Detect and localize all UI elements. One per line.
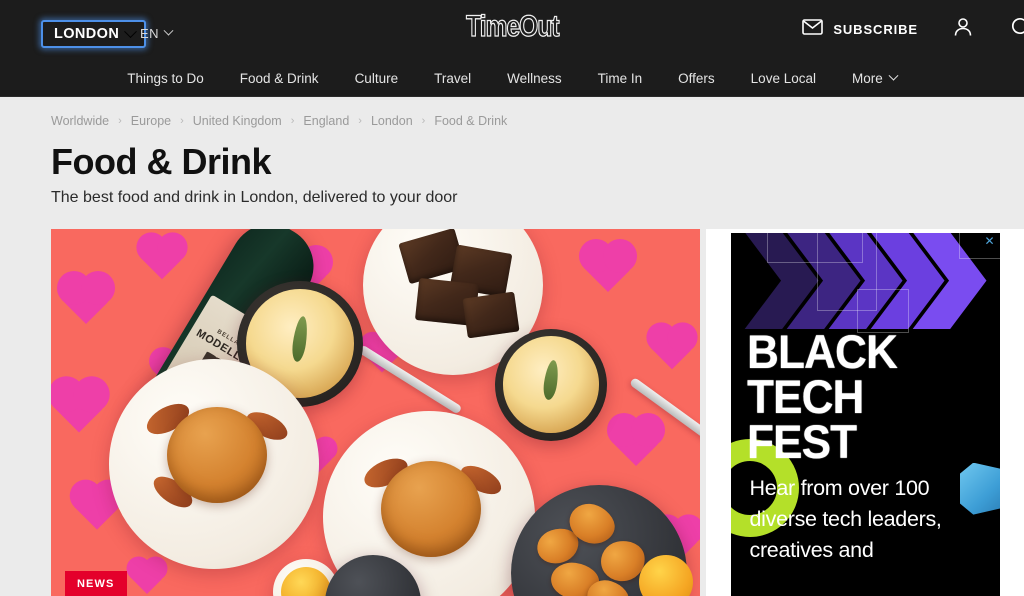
nav-item-label: Travel: [434, 71, 472, 86]
envelope-icon: [802, 19, 824, 40]
nav-item-more[interactable]: More: [834, 70, 915, 86]
nav-item-culture[interactable]: Culture: [337, 71, 417, 86]
subscribe-label: SUBSCRIBE: [833, 22, 918, 37]
header-top-bar: LONDON EN TimeOut SUBSCRIBE: [0, 0, 1024, 60]
nav-item-label: More: [851, 71, 883, 86]
breadcrumb-separator: ›: [118, 115, 122, 127]
breadcrumb-separator: ›: [180, 115, 184, 127]
chevron-down-icon: [163, 25, 174, 36]
city-selector[interactable]: LONDON: [41, 20, 147, 48]
search-icon: [1010, 16, 1024, 43]
brownie: [462, 291, 520, 339]
breadcrumb-separator: ›: [290, 115, 295, 127]
ad-title: BLACK TECH FEST: [746, 324, 898, 468]
burger: [167, 406, 267, 503]
breadcrumb-item-europe[interactable]: Europe: [131, 114, 171, 128]
advertisement[interactable]: ✕ BLACK TECH FEST Hear from over 100 diver…: [730, 232, 1000, 596]
nav-item-label: Offers: [678, 71, 715, 86]
nav-item-label: Food & Drink: [239, 71, 319, 86]
nav-item-label: Time In: [597, 71, 643, 86]
main-content: BELLA MODELLA NEWS ✕ BLACK TECH FEST Hea…: [0, 207, 1024, 596]
chevron-graphic: [731, 232, 1000, 329]
search-button[interactable]: [1010, 16, 1024, 43]
nav-item-things-to-do[interactable]: Things to Do: [109, 71, 222, 86]
account-button[interactable]: [952, 16, 974, 43]
breadcrumb-separator: ›: [421, 115, 426, 127]
close-icon[interactable]: ✕: [984, 235, 996, 248]
advertisement-container: ✕ BLACK TECH FEST Hear from over 100 diver…: [706, 228, 1024, 596]
breadcrumb-item-england[interactable]: England: [303, 114, 349, 128]
breadcrumb-separator: ›: [358, 115, 362, 127]
nav-item-love-local[interactable]: Love Local: [733, 71, 834, 86]
ad-body-text: Hear from over 100 diverse tech leaders,…: [749, 475, 942, 562]
user-icon: [952, 16, 974, 43]
breadcrumb-item-london[interactable]: London: [371, 114, 413, 128]
page-subtitle: The best food and drink in London, deliv…: [51, 188, 458, 206]
nav-item-time-in[interactable]: Time In: [580, 71, 661, 86]
breadcrumb-item-united-kingdom[interactable]: United Kingdom: [193, 114, 282, 128]
city-selector-label: LONDON: [54, 26, 120, 42]
primary-navigation: Things to Do Food & Drink Culture Travel…: [0, 60, 1024, 97]
nav-item-offers[interactable]: Offers: [660, 71, 733, 86]
burger: [381, 460, 481, 557]
breadcrumb-item-food-and-drink: Food & Drink: [434, 114, 508, 128]
breadcrumb-item-worldwide[interactable]: Worldwide: [51, 114, 109, 128]
page-title: Food & Drink: [51, 141, 271, 182]
mac-and-cheese-pan: [495, 328, 607, 441]
nav-item-label: Things to Do: [127, 71, 204, 86]
hero-article-card[interactable]: BELLA MODELLA NEWS: [51, 228, 700, 596]
nav-item-label: Culture: [354, 71, 399, 86]
language-selector-label: EN: [140, 26, 160, 41]
subscribe-button[interactable]: SUBSCRIBE: [802, 19, 918, 40]
status-badge[interactable]: NEWS: [65, 570, 128, 596]
nav-item-label: Love Local: [750, 71, 816, 86]
language-selector[interactable]: EN: [140, 25, 174, 41]
site-header: LONDON EN TimeOut SUBSCRIBE Things to Do…: [0, 0, 1024, 97]
nav-item-label: Wellness: [507, 71, 562, 86]
site-logo-text: TimeOut: [465, 10, 559, 43]
chevron-down-icon: [888, 70, 899, 81]
chevron-down-icon: [124, 24, 138, 38]
breadcrumb: Worldwide › Europe › United Kingdom › En…: [0, 97, 1024, 128]
header-actions: SUBSCRIBE: [802, 16, 1024, 43]
nav-item-wellness[interactable]: Wellness: [489, 71, 580, 86]
nav-item-travel[interactable]: Travel: [416, 71, 489, 86]
nav-item-food-and-drink[interactable]: Food & Drink: [222, 71, 337, 86]
